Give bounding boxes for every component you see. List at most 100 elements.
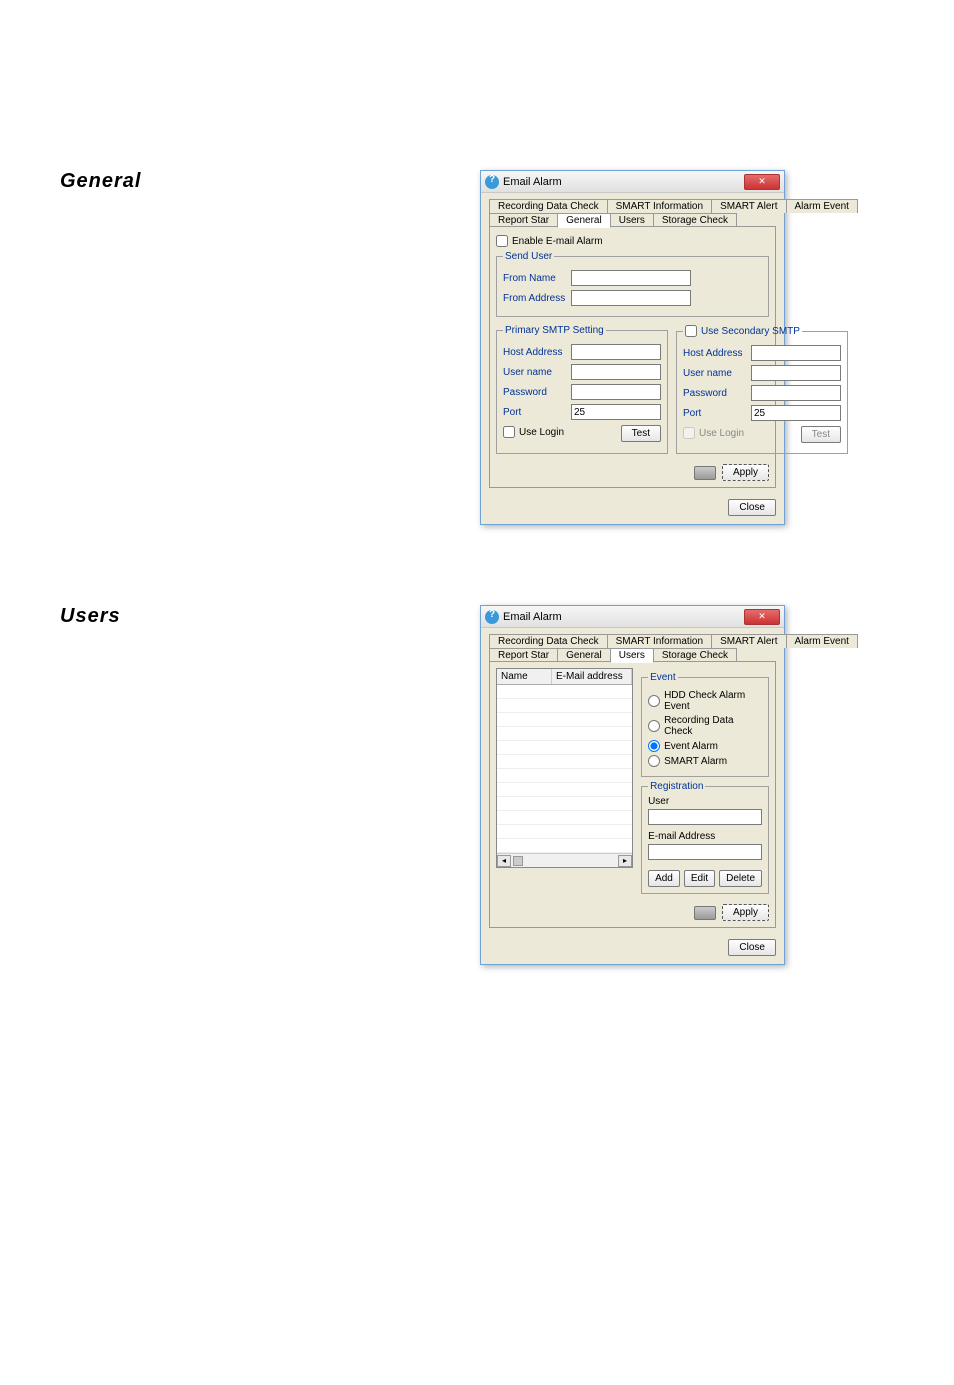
event-recording-radio[interactable] [648,720,660,732]
primary-use-login-checkbox[interactable]: Use Login [503,426,564,438]
secondary-use-login-label: Use Login [699,428,744,439]
primary-pass-label: Password [503,387,567,398]
event-hdd-check[interactable]: HDD Check Alarm Event [648,690,762,712]
keyboard-icon[interactable] [694,466,716,480]
from-address-label: From Address [503,293,567,304]
event-recording-data-check[interactable]: Recording Data Check [648,715,762,737]
primary-port-input[interactable] [571,404,661,420]
reg-user-label: User [648,796,762,807]
close-button[interactable]: Close [728,499,776,516]
event-recording-label: Recording Data Check [664,715,762,737]
secondary-port-label: Port [683,408,747,419]
event-legend: Event [648,672,678,683]
secondary-pass-label: Password [683,388,747,399]
secondary-pass-input[interactable] [751,385,841,401]
secondary-host-label: Host Address [683,348,747,359]
tab-report-star[interactable]: Report Star [489,648,558,662]
email-alarm-dialog-users: Email Alarm ✕ Recording Data Check SMART… [480,605,785,965]
primary-port-label: Port [503,407,567,418]
tab-alarm-event[interactable]: Alarm Event [786,634,858,648]
event-smart-alarm-radio[interactable] [648,755,660,767]
event-hdd-check-radio[interactable] [648,695,660,707]
enable-email-alarm-label: Enable E-mail Alarm [512,236,603,247]
event-smart-alarm[interactable]: SMART Alarm [648,755,762,767]
users-table-col-email[interactable]: E-Mail address [552,669,632,684]
event-smart-alarm-label: SMART Alarm [664,756,727,767]
tab-smart-information[interactable]: SMART Information [607,199,712,213]
apply-button[interactable]: Apply [722,464,769,481]
tab-smart-information[interactable]: SMART Information [607,634,712,648]
tab-report-star[interactable]: Report Star [489,213,558,227]
secondary-smtp-group: Use Secondary SMTP Host Address User nam… [676,325,848,454]
scroll-right-icon[interactable]: ▸ [618,855,632,867]
dialog-title: Email Alarm [503,176,562,188]
titlebar: Email Alarm ✕ [481,171,784,193]
primary-user-input[interactable] [571,364,661,380]
primary-use-login-input[interactable] [503,426,515,438]
secondary-host-input[interactable] [751,345,841,361]
primary-smtp-group: Primary SMTP Setting Host Address User n… [496,325,668,454]
secondary-use-login-input [683,427,695,439]
registration-group: Registration User E-mail Address Add Edi… [641,781,769,894]
primary-host-label: Host Address [503,347,567,358]
scroll-thumb[interactable] [513,856,523,866]
dialog-title: Email Alarm [503,611,562,623]
secondary-test-button: Test [801,426,841,443]
use-secondary-smtp-checkbox[interactable]: Use Secondary SMTP [685,325,800,337]
close-icon[interactable]: ✕ [744,609,780,625]
keyboard-icon[interactable] [694,906,716,920]
event-event-alarm[interactable]: Event Alarm [648,740,762,752]
reg-email-label: E-mail Address [648,831,762,842]
tab-smart-alert[interactable]: SMART Alert [711,199,786,213]
tab-general[interactable]: General [557,648,611,662]
tab-storage-check[interactable]: Storage Check [653,648,737,662]
from-address-input[interactable] [571,290,691,306]
reg-user-input[interactable] [648,809,762,825]
users-table-body [497,685,632,853]
primary-pass-input[interactable] [571,384,661,400]
secondary-user-input[interactable] [751,365,841,381]
tab-recording-data-check[interactable]: Recording Data Check [489,634,608,648]
add-button[interactable]: Add [648,870,680,887]
horizontal-scrollbar[interactable]: ◂ ▸ [497,853,632,867]
edit-button[interactable]: Edit [684,870,715,887]
section-general-title: General [60,170,480,193]
tab-smart-alert[interactable]: SMART Alert [711,634,786,648]
close-icon[interactable]: ✕ [744,174,780,190]
titlebar: Email Alarm ✕ [481,606,784,628]
event-hdd-check-label: HDD Check Alarm Event [664,690,762,712]
scroll-left-icon[interactable]: ◂ [497,855,511,867]
from-name-label: From Name [503,273,567,284]
primary-use-login-label: Use Login [519,427,564,438]
use-secondary-smtp-label: Use Secondary SMTP [701,326,800,337]
use-secondary-smtp-input[interactable] [685,325,697,337]
tab-alarm-event[interactable]: Alarm Event [786,199,858,213]
event-event-alarm-radio[interactable] [648,740,660,752]
secondary-use-login-checkbox: Use Login [683,427,744,439]
section-users-title: Users [60,605,480,628]
primary-smtp-legend: Primary SMTP Setting [503,325,606,336]
send-user-legend: Send User [503,251,554,262]
event-group: Event HDD Check Alarm Event Recording Da… [641,672,769,777]
tab-general[interactable]: General [557,213,611,228]
apply-button[interactable]: Apply [722,904,769,921]
users-table-col-name[interactable]: Name [497,669,552,684]
tab-users[interactable]: Users [610,213,654,227]
enable-email-alarm-input[interactable] [496,235,508,247]
tab-users[interactable]: Users [610,648,654,663]
delete-button[interactable]: Delete [719,870,762,887]
users-table[interactable]: Name E-Mail address ◂ [496,668,633,868]
close-button[interactable]: Close [728,939,776,956]
primary-test-button[interactable]: Test [621,425,661,442]
email-alarm-dialog-general: Email Alarm ✕ Recording Data Check SMART… [480,170,785,525]
secondary-port-input[interactable] [751,405,841,421]
tab-recording-data-check[interactable]: Recording Data Check [489,199,608,213]
enable-email-alarm-checkbox[interactable]: Enable E-mail Alarm [496,235,769,247]
from-name-input[interactable] [571,270,691,286]
event-event-alarm-label: Event Alarm [664,741,718,752]
reg-email-input[interactable] [648,844,762,860]
secondary-smtp-legend: Use Secondary SMTP [683,325,802,337]
send-user-group: Send User From Name From Address [496,251,769,317]
primary-host-input[interactable] [571,344,661,360]
tab-storage-check[interactable]: Storage Check [653,213,737,227]
